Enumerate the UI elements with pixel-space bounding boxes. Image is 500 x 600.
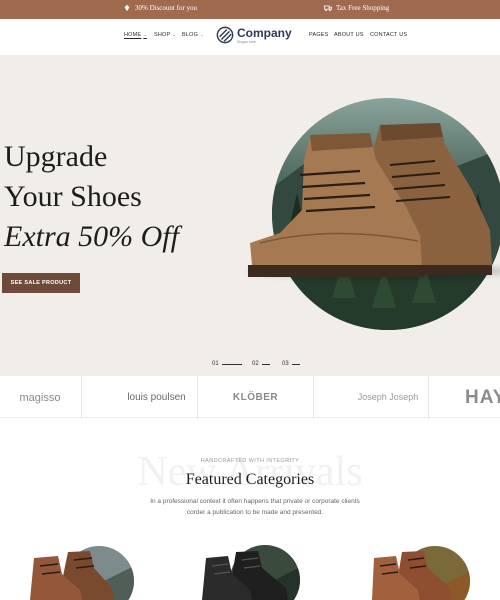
slide-indicator-1[interactable]: 01 xyxy=(212,361,242,367)
tag-icon xyxy=(124,4,130,12)
nav-home[interactable]: HOME ⌄ xyxy=(124,32,147,38)
promo-discount-text: 30% Discount for you xyxy=(135,4,198,12)
brand-joseph-joseph[interactable]: Joseph Joseph xyxy=(314,376,428,419)
slide-line-3 xyxy=(291,363,300,365)
category-card-black-boots[interactable] xyxy=(200,542,310,600)
slide-number-2: 02 xyxy=(252,361,259,367)
nav-shop[interactable]: SHOP ⌄ xyxy=(154,32,176,38)
logo-slogan: Slogan here xyxy=(237,39,256,44)
tan-boots-image xyxy=(372,551,452,600)
brand-klober[interactable]: KLÖBER xyxy=(198,376,313,419)
truck-icon xyxy=(324,5,332,12)
category-card-tan-boots[interactable] xyxy=(370,542,480,600)
header: HOME ⌄ SHOP ⌄ BLOG ⌄ Company Slogan here PA… xyxy=(0,19,500,55)
promo-shipping-text: Tax Free Shopping xyxy=(336,4,390,12)
brand-magisso[interactable]: magisso xyxy=(0,376,80,419)
nav-blog[interactable]: BLOG ⌄ xyxy=(182,32,204,38)
brand-hay[interactable]: HAY xyxy=(429,376,500,419)
hero-headline-line2: Your Shoes xyxy=(4,180,142,213)
hero-headline-line3: Extra 50% Off xyxy=(4,220,179,253)
chevron-down-icon: ⌄ xyxy=(172,32,176,37)
black-boots-image xyxy=(202,551,288,600)
logo[interactable]: Company Slogan here xyxy=(216,26,292,44)
hero-headline-line1: Upgrade xyxy=(4,140,108,173)
slide-indicator-3[interactable]: 03 xyxy=(282,361,300,367)
brand-louis-poulsen[interactable]: louis poulsen xyxy=(82,376,197,419)
slide-line-1 xyxy=(221,363,242,365)
promo-discount: 30% Discount for you xyxy=(123,4,197,12)
slide-number-1: 01 xyxy=(212,361,219,367)
promo-shipping: Tax Free Shopping xyxy=(324,4,389,12)
slide-number-3: 03 xyxy=(282,361,289,367)
section-description: In a professional context it often happe… xyxy=(150,498,360,516)
nav-pages[interactable]: PAGES xyxy=(309,32,329,38)
section-title: Featured Categories xyxy=(185,471,315,488)
brown-boots-image xyxy=(30,551,114,600)
logo-name: Company xyxy=(237,25,292,40)
see-sale-product-button[interactable]: SEE SALE PRODUCT xyxy=(2,273,80,293)
nav-shop-label: SHOP xyxy=(154,32,171,38)
section-eyebrow: HANDCRAFTED WITH INTEGRITY xyxy=(200,458,300,464)
nav-home-label: HOME xyxy=(124,32,142,38)
hero-banner: Upgrade Your Shoes Extra 50% Off SEE SAL… xyxy=(0,55,500,375)
nav-contact[interactable]: CONTACT US xyxy=(370,32,407,38)
logo-icon xyxy=(216,26,234,44)
nav-about[interactable]: ABOUT US xyxy=(334,32,364,38)
category-card-brown-boots[interactable] xyxy=(28,542,138,600)
chevron-down-icon: ⌄ xyxy=(143,32,147,37)
promo-bar: 30% Discount for you Tax Free Shopping xyxy=(0,0,500,19)
brand-logos: magisso louis poulsen KLÖBER Joseph Jose… xyxy=(0,375,500,419)
nav-blog-label: BLOG xyxy=(182,32,199,38)
slide-indicator-2[interactable]: 02 xyxy=(252,361,270,367)
chevron-down-icon: ⌄ xyxy=(200,32,204,37)
hero-boots-image xyxy=(248,123,492,277)
slide-line-2 xyxy=(261,363,270,365)
